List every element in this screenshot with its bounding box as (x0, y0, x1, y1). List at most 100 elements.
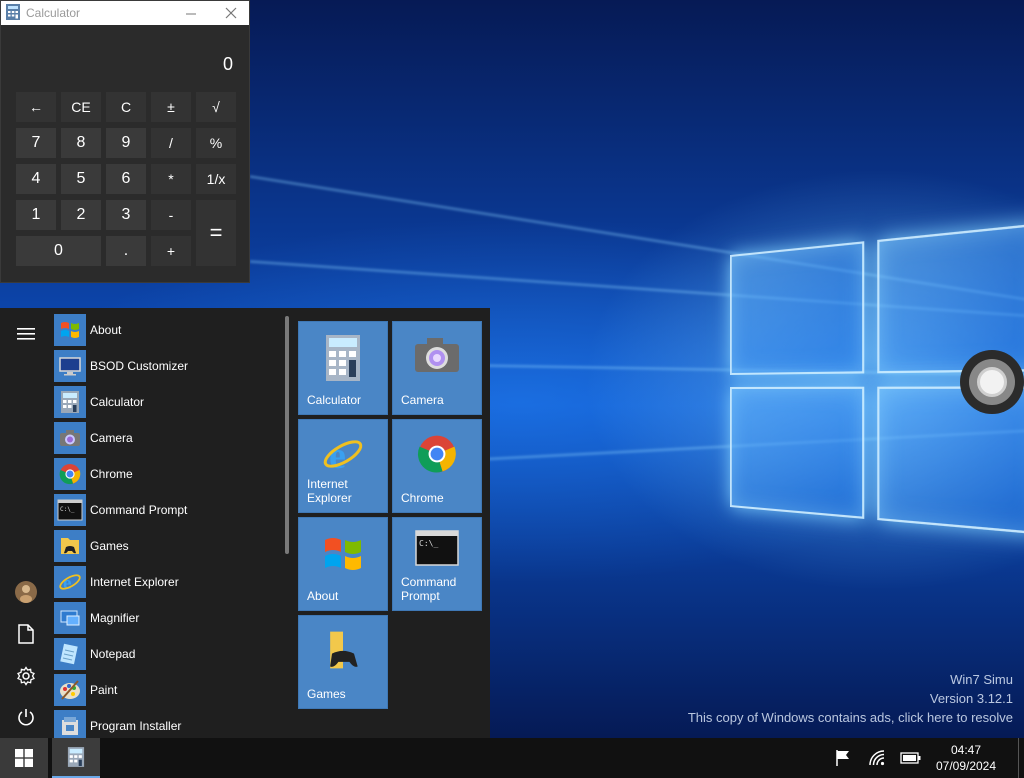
digit-5-key[interactable]: 5 (61, 164, 101, 194)
app-label: Magnifier (90, 611, 140, 625)
digit-3-key[interactable]: 3 (106, 200, 146, 230)
watermark-resolve-link[interactable]: This copy of Windows contains ads, click… (688, 708, 1013, 727)
app-label: Games (90, 539, 129, 553)
list-item-paint[interactable]: Paint (52, 672, 282, 708)
action-center-flag-button[interactable] (832, 748, 854, 768)
cursor-ring-icon (960, 350, 1024, 414)
list-item-internet-explorer[interactable]: e Internet Explorer (52, 564, 282, 600)
close-button[interactable] (211, 1, 251, 25)
tile-games[interactable]: Games (298, 615, 388, 709)
tile-chrome[interactable]: Chrome (392, 419, 482, 513)
digit-7-key[interactable]: 7 (16, 128, 56, 158)
tile-calculator[interactable]: Calculator (298, 321, 388, 415)
digit-6-key[interactable]: 6 (106, 164, 146, 194)
tile-label: Chrome (401, 491, 444, 505)
gear-icon (17, 666, 35, 686)
clear-key[interactable]: C (106, 92, 146, 122)
digit-9-key[interactable]: 9 (106, 128, 146, 158)
app-label: Camera (90, 431, 133, 445)
documents-button[interactable] (6, 616, 46, 652)
wifi-icon (869, 750, 885, 766)
minimize-button[interactable] (171, 1, 211, 25)
app-list[interactable]: About BSOD Customizer Calculator Camera … (52, 312, 282, 738)
app-label: BSOD Customizer (90, 359, 189, 373)
monitor-icon (54, 350, 86, 382)
digit-1-key[interactable]: 1 (16, 200, 56, 230)
chrome-icon (393, 432, 481, 476)
digit-8-key[interactable]: 8 (61, 128, 101, 158)
digit-2-key[interactable]: 2 (61, 200, 101, 230)
logo-pane (730, 241, 865, 375)
list-item-notepad[interactable]: Notepad (52, 636, 282, 672)
start-menu-rail (0, 308, 52, 738)
taskbar-calculator-button[interactable] (52, 738, 100, 778)
backspace-key[interactable]: ← (16, 92, 56, 122)
list-item-chrome[interactable]: Chrome (52, 456, 282, 492)
list-item-about[interactable]: About (52, 312, 282, 348)
notepad-icon (54, 638, 86, 670)
hamburger-icon (17, 328, 35, 340)
app-label: Program Installer (90, 719, 182, 733)
app-label: About (90, 323, 122, 337)
tile-about[interactable]: About (298, 517, 388, 611)
list-item-calculator[interactable]: Calculator (52, 384, 282, 420)
list-item-command-prompt[interactable]: C:\_ Command Prompt (52, 492, 282, 528)
calculator-display: 0 (222, 54, 233, 74)
list-item-magnifier[interactable]: Magnifier (52, 600, 282, 636)
show-desktop-button[interactable] (1018, 738, 1024, 778)
reciprocal-key[interactable]: 1/x (196, 164, 236, 194)
plus-minus-key[interactable]: ± (151, 92, 191, 122)
subtract-key[interactable]: - (151, 200, 191, 230)
power-button[interactable] (6, 699, 46, 735)
camera-icon (54, 422, 86, 454)
app-label: Chrome (90, 467, 133, 481)
taskbar-clock[interactable]: 04:47 07/09/2024 (928, 742, 1004, 774)
logo-pane (730, 386, 865, 519)
tile-label: Calculator (307, 393, 362, 407)
multiply-key[interactable]: * (151, 164, 191, 194)
clock-time: 04:47 (950, 743, 982, 757)
app-label: Command Prompt (90, 503, 188, 517)
calculator-titlebar[interactable]: Calculator (1, 1, 249, 25)
battery-button[interactable] (900, 748, 922, 768)
activation-watermark[interactable]: Win7 Simu Version 3.12.1 This copy of Wi… (688, 670, 1013, 727)
installer-icon (54, 710, 86, 738)
tile-camera[interactable]: Camera (392, 321, 482, 415)
equals-key[interactable]: = (196, 200, 236, 266)
square-root-key[interactable]: √ (196, 92, 236, 122)
list-item-camera[interactable]: Camera (52, 420, 282, 456)
network-button[interactable] (866, 748, 888, 768)
user-account-button[interactable] (6, 574, 46, 610)
watermark-product: Win7 Simu (950, 672, 1013, 687)
camera-icon (393, 334, 481, 374)
decimal-key[interactable]: . (106, 236, 146, 266)
list-item-games[interactable]: Games (52, 528, 282, 564)
tile-label: Games (307, 687, 346, 701)
taskbar[interactable]: 04:47 07/09/2024 (0, 738, 1024, 778)
percent-key[interactable]: % (196, 128, 236, 158)
tile-internet-explorer[interactable]: e Internet Explorer (298, 419, 388, 513)
settings-button[interactable] (6, 658, 46, 694)
flag-icon (836, 750, 849, 766)
calculator-icon (6, 3, 20, 23)
tile-label: Command Prompt (401, 575, 457, 603)
start-menu[interactable]: About BSOD Customizer Calculator Camera … (0, 308, 490, 738)
power-icon (18, 709, 34, 726)
digit-4-key[interactable]: 4 (16, 164, 56, 194)
add-key[interactable]: + (151, 236, 191, 266)
list-item-program-installer[interactable]: Program Installer (52, 708, 282, 738)
divide-key[interactable]: / (151, 128, 191, 158)
tile-label: Internet Explorer (307, 477, 352, 505)
expand-menu-button[interactable] (6, 316, 46, 352)
digit-0-key[interactable]: 0 (16, 236, 101, 266)
tile-command-prompt[interactable]: C:\_ Command Prompt (392, 517, 482, 611)
list-item-bsod-customizer[interactable]: BSOD Customizer (52, 348, 282, 384)
calculator-icon (299, 334, 387, 382)
clear-entry-key[interactable]: CE (61, 92, 101, 122)
app-list-scrollbar[interactable] (285, 316, 289, 554)
calculator-window[interactable]: Calculator 0 ← CE C ± √ 7 8 9 / % 4 5 6 … (0, 0, 250, 283)
games-folder-icon (299, 628, 387, 672)
windows-logo-icon (299, 530, 387, 578)
start-button[interactable] (0, 738, 48, 778)
internet-explorer-icon: e (299, 432, 387, 476)
